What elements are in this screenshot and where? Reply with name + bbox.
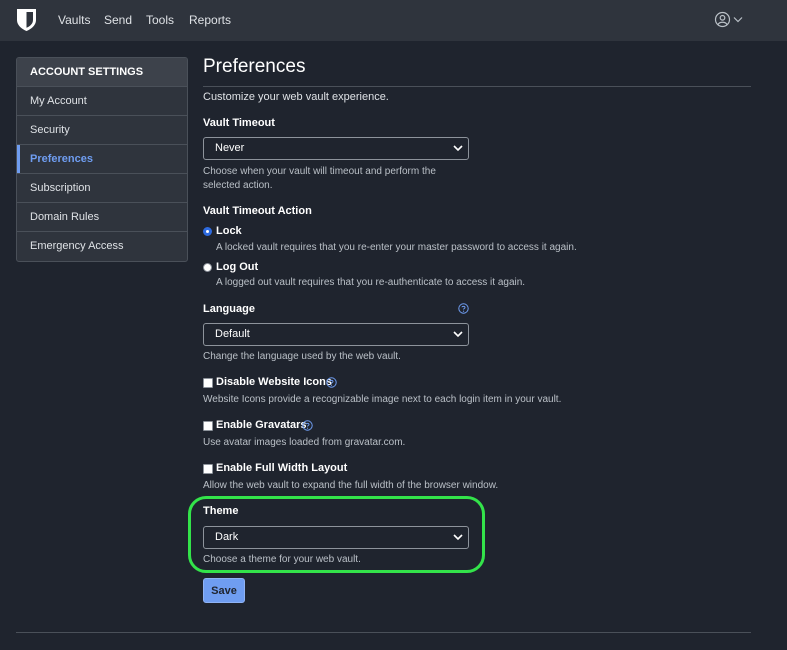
nav-reports[interactable]: Reports bbox=[189, 13, 231, 27]
radio-lock[interactable]: Lock bbox=[203, 225, 323, 239]
radio-logout-indicator[interactable] bbox=[203, 263, 212, 272]
enable-gravatars-checkbox[interactable]: Enable Gravatars bbox=[203, 419, 307, 433]
disable-website-icons-checkbox[interactable]: Disable Website Icons bbox=[203, 376, 332, 390]
sidebar-header: ACCOUNT SETTINGS bbox=[17, 58, 187, 87]
top-navbar: Vaults Send Tools Reports bbox=[0, 0, 787, 41]
save-button[interactable]: Save bbox=[203, 578, 245, 603]
nav-send[interactable]: Send bbox=[104, 13, 132, 27]
sidebar-item-domain-rules[interactable]: Domain Rules bbox=[17, 203, 187, 232]
vault-timeout-select[interactable]: Never bbox=[203, 137, 469, 160]
radio-logout-label: Log Out bbox=[216, 261, 259, 273]
bitwarden-logo-icon[interactable] bbox=[15, 8, 38, 32]
chevron-down-icon bbox=[453, 331, 463, 338]
vault-timeout-label: Vault Timeout bbox=[203, 117, 275, 129]
vault-timeout-value: Never bbox=[215, 142, 245, 154]
enable-gravatars-description: Use avatar images loaded from gravatar.c… bbox=[203, 437, 406, 448]
sidebar-item-my-account[interactable]: My Account bbox=[17, 87, 187, 116]
page-title: Preferences bbox=[203, 56, 306, 77]
theme-highlight-annotation bbox=[188, 496, 485, 573]
vault-timeout-help-line1: Choose when your vault will timeout and … bbox=[203, 166, 436, 177]
question-circle-icon[interactable] bbox=[326, 377, 337, 388]
language-value: Default bbox=[215, 328, 250, 340]
account-menu-icon[interactable] bbox=[714, 11, 746, 29]
checkbox-box[interactable] bbox=[203, 421, 213, 431]
question-circle-icon[interactable] bbox=[458, 303, 469, 314]
enable-gravatars-label: Enable Gravatars bbox=[216, 419, 307, 431]
nav-vaults[interactable]: Vaults bbox=[58, 13, 90, 27]
page-subtitle: Customize your web vault experience. bbox=[203, 91, 389, 103]
language-help: Change the language used by the web vaul… bbox=[203, 351, 401, 362]
enable-full-width-label: Enable Full Width Layout bbox=[216, 462, 348, 474]
radio-lock-description: A locked vault requires that you re-ente… bbox=[216, 242, 577, 253]
disable-website-icons-label: Disable Website Icons bbox=[216, 376, 332, 388]
radio-logout-description: A logged out vault requires that you re-… bbox=[216, 277, 526, 288]
language-label: Language bbox=[203, 303, 255, 315]
radio-lock-indicator[interactable] bbox=[203, 227, 212, 236]
language-select[interactable]: Default bbox=[203, 323, 469, 346]
sidebar-item-preferences[interactable]: Preferences bbox=[17, 145, 187, 174]
checkbox-box[interactable] bbox=[203, 378, 213, 388]
question-circle-icon[interactable] bbox=[302, 420, 313, 431]
chevron-down-icon bbox=[453, 145, 463, 152]
title-divider bbox=[203, 86, 751, 87]
footer-divider bbox=[16, 632, 751, 633]
sidebar-item-emergency-access[interactable]: Emergency Access bbox=[17, 232, 187, 261]
checkbox-box[interactable] bbox=[203, 464, 213, 474]
enable-full-width-checkbox[interactable]: Enable Full Width Layout bbox=[203, 462, 347, 476]
vault-timeout-help-line2: selected action. bbox=[203, 180, 273, 191]
disable-website-icons-description: Website Icons provide a recognizable ima… bbox=[203, 394, 562, 405]
enable-full-width-description: Allow the web vault to expand the full w… bbox=[203, 480, 499, 491]
sidebar-item-security[interactable]: Security bbox=[17, 116, 187, 145]
sidebar-item-subscription[interactable]: Subscription bbox=[17, 174, 187, 203]
radio-lock-label: Lock bbox=[216, 225, 242, 237]
timeout-action-label: Vault Timeout Action bbox=[203, 205, 312, 217]
account-settings-sidebar: ACCOUNT SETTINGS My Account Security Pre… bbox=[16, 57, 188, 262]
nav-tools[interactable]: Tools bbox=[146, 13, 174, 27]
radio-logout[interactable]: Log Out bbox=[203, 261, 323, 275]
